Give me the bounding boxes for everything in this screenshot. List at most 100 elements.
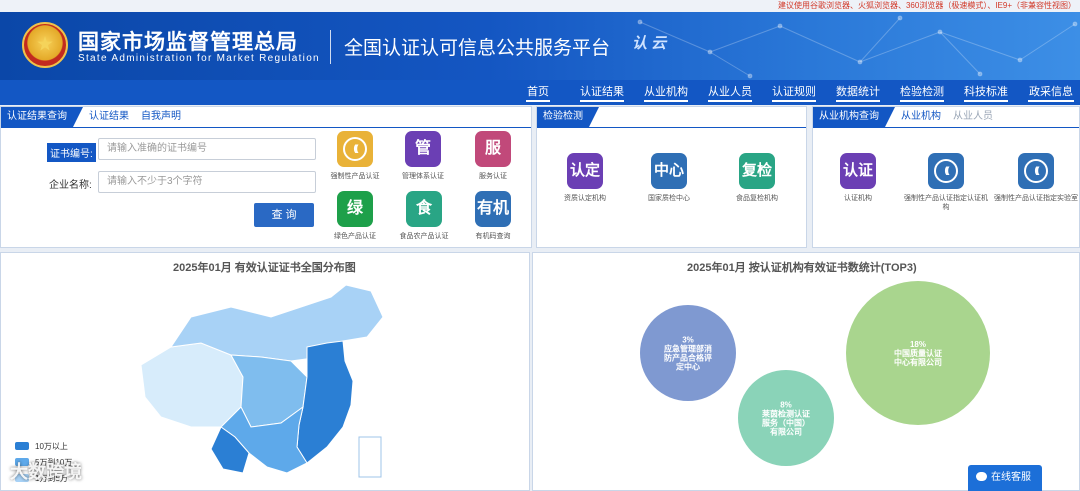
platform-title: 全国认证认可信息公共服务平台 [344,38,611,59]
ccc-icon [337,131,373,167]
nav-active-underline [526,100,550,102]
tile-label: 绿色产品认证 [334,233,376,240]
network-decoration [637,15,1078,79]
tab-cert-results[interactable]: 认证结果 [89,107,129,127]
china-map[interactable] [131,277,401,487]
bubble-percent-label: 8% [780,401,792,410]
nav-statistics[interactable]: 数据统计 [834,80,882,105]
nav-underline [772,100,816,102]
tile-ccc-orgs[interactable]: 强制性产品认证指定认证机构 [903,153,989,212]
tile-cert-orgs[interactable]: 认证 认证机构 [837,153,879,203]
company-input[interactable]: 请输入不少于3个字符 [98,171,316,193]
cert-no-input[interactable]: 请输入准确的证书编号 [98,138,316,160]
south-sea-inset [358,436,382,478]
nav-orgs[interactable]: 从业机构 [642,80,690,105]
map-panel: 2025年01月 有效认证证书全国分布图 10万以上 5万到10万 1万到5万 [0,252,530,491]
browser-tip: 建议使用谷歌浏览器、火狐浏览器、360浏览器（极速模式）、IE9+（非兼容性视图… [777,1,1076,10]
online-service-button[interactable]: 在线客服 [968,465,1042,491]
tile-label: 管理体系认证 [402,173,444,180]
nav-underline [708,100,752,102]
nav-underline [900,100,944,102]
tile-label: 国家质检中心 [648,195,690,202]
bubble-name-label: 防产品合格评 [664,353,712,363]
query-button[interactable]: 查 询 [254,203,314,227]
nav-standards[interactable]: 科技标准 [962,80,1010,105]
tile-label: 强制性产品认证指定认证机构 [904,195,988,211]
bubble-name-label: 有限公司 [770,427,802,437]
platform-logo: 认 云 [632,35,667,52]
tile-service-cert[interactable]: 服 服务认证 [465,131,521,181]
browser-tip-bar: 建议使用谷歌浏览器、火狐浏览器、360浏览器（极速模式）、IE9+（非兼容性视图… [0,0,1080,12]
tab-staff[interactable]: 从业人员 [953,107,993,127]
tile-label: 强制性产品认证指定实验室 [994,195,1078,202]
bubble-name-label: 定中心 [675,362,700,372]
organic-icon: 有机 [475,191,511,227]
tile-green-cert[interactable]: 绿 绿色产品认证 [325,191,385,241]
bubble-percent-label: 3% [682,336,694,345]
center-icon: 中心 [651,153,687,189]
tab-cert-query[interactable]: 认证结果查询 [1,107,83,127]
org-name-en: State Administration for Market Regulati… [78,53,320,64]
tile-label: 有机码查询 [475,233,511,240]
header-divider [330,30,331,64]
org-query-panel: 从业机构查询 从业机构 从业人员 认证 认证机构 强制性产品认证指定认证机构 强… [812,106,1080,248]
nav-underline [1028,100,1074,102]
tile-label: 服务认证 [479,173,507,180]
tab-underline [813,127,1079,128]
tile-national-center[interactable]: 中心 国家质检中心 [641,153,697,203]
ccc-org-icon [928,153,964,189]
tab-underline [1,127,531,128]
nav-home[interactable]: 首页 [524,80,552,105]
cert-org-icon: 认证 [840,153,876,189]
green-icon: 绿 [337,191,373,227]
company-label: 企业名称: [49,180,92,191]
nav-underline [644,100,688,102]
legend-item: 10万以上 [15,441,68,452]
main-nav: 首页 认证结果 从业机构 从业人员 认证规则 数据统计 检验检测 科技标准 政采… [0,80,1080,105]
bubble-name-label: 服务（中国） [762,418,810,428]
tile-label: 食品复检机构 [736,195,778,202]
inspection-panel: 检验检测 认定 资质认定机构 中心 国家质检中心 复检 食品复检机构 [536,106,807,248]
nav-cert-results[interactable]: 认证结果 [578,80,626,105]
tile-label: 资质认定机构 [564,195,606,202]
legend-swatch [15,442,29,450]
chat-icon [976,472,987,481]
recheck-icon: 复检 [739,153,775,189]
nav-staff[interactable]: 从业人员 [706,80,754,105]
management-icon: 管 [405,131,441,167]
nav-inspection[interactable]: 检验检测 [898,80,946,105]
org-name-cn: 国家市场监督管理总局 [78,31,298,54]
tile-management-cert[interactable]: 管 管理体系认证 [395,131,451,181]
bubble-chart-panel: 2025年01月 按认证机构有效证书数统计(TOP3) 18% 中国质量认证 中心有… [532,252,1080,491]
nav-rules[interactable]: 认证规则 [770,80,818,105]
nav-underline [580,100,624,102]
tab-inspection[interactable]: 检验检测 [537,107,599,127]
ccc-lab-icon [1018,153,1054,189]
tile-ccc-cert[interactable]: 强制性产品认证 [327,131,383,181]
bubble-percent-label: 18% [910,340,926,349]
qualification-icon: 认定 [567,153,603,189]
tab-underline [537,127,806,128]
tile-label: 食品农产品认证 [399,233,449,240]
tile-food-cert[interactable]: 食 食品农产品认证 [393,191,455,241]
tile-organic-code[interactable]: 有机 有机码查询 [465,191,521,241]
tab-self-declaration[interactable]: 自我声明 [141,107,181,127]
tab-orgs[interactable]: 从业机构 [901,107,941,127]
service-icon: 服 [475,131,511,167]
tile-qualification-org[interactable]: 认定 资质认定机构 [559,153,611,203]
tile-food-recheck[interactable]: 复检 食品复检机构 [729,153,785,203]
tile-label: 认证机构 [844,195,872,202]
map-region-west [140,342,244,428]
map-title: 2025年01月 有效认证证书全国分布图 [173,262,356,274]
food-icon: 食 [406,191,442,227]
tile-ccc-labs[interactable]: 强制性产品认证指定实验室 [993,153,1079,203]
header-banner: 国家市场监督管理总局 State Administration for Mark… [0,12,1080,80]
nav-procurement[interactable]: 政采信息 [1026,80,1076,105]
bubble-chart: 18%中国质量认证中心有限公司 3%应急管理部消防产品合格评定中心 8%莱茵检测认证… [640,281,990,466]
nav-underline [836,100,880,102]
bubble-name-label: 应急管理部消 [664,344,712,354]
bubble-name-label: 中心有限公司 [894,357,942,367]
cert-query-panel: 认证结果查询 认证结果 自我声明 证书编号: 请输入准确的证书编号 企业名称: … [0,106,532,248]
bubble-name-label: 中国质量认证 [894,348,942,358]
tab-org-query[interactable]: 从业机构查询 [813,107,895,127]
